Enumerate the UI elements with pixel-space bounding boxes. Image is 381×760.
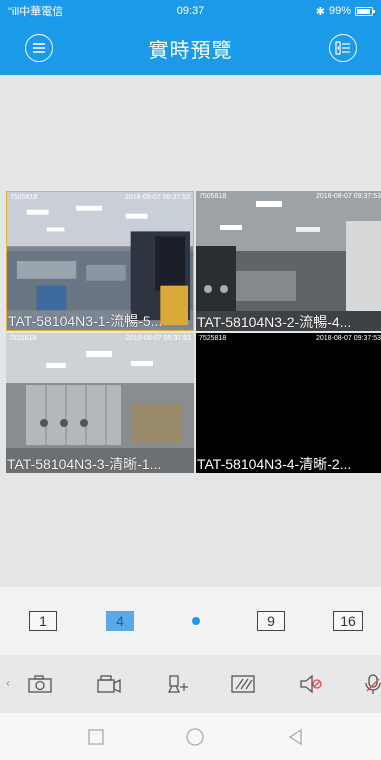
talk-button[interactable] [360, 672, 381, 696]
camera-label: TAT-58104N3-4-清晰-2... [197, 456, 352, 472]
ptz-button[interactable] [164, 672, 192, 696]
camera-tile-4[interactable]: 7525818 2018-08-07 09:37:53 TAT-58104N3-… [196, 333, 381, 473]
bluetooth-icon: ✱ [315, 5, 325, 18]
control-toolbar: ‹ [0, 655, 381, 713]
home-icon[interactable] [185, 727, 205, 747]
camera-feed-3 [6, 333, 194, 473]
snapshot-button[interactable] [26, 672, 54, 696]
camera-id: 7505818 [10, 194, 38, 201]
scroll-left-icon[interactable]: ‹ [6, 676, 10, 690]
camera-feed-1 [7, 192, 193, 330]
camera-timestamp: 2018-08-07 09:37:53 [126, 335, 191, 342]
camera-feed-2 [196, 191, 381, 331]
device-list-icon [335, 41, 350, 55]
quality-button[interactable] [229, 672, 257, 696]
camera-timestamp: 2018-08-07 09:37:53 [316, 193, 381, 200]
camera-snapshot-icon [28, 675, 52, 693]
camera-timestamp: 2018-08-07 09:37:53 [316, 335, 381, 342]
menu-button[interactable] [25, 34, 53, 62]
quality-icon [231, 675, 255, 693]
record-button[interactable] [95, 672, 123, 696]
camera-id: 7515818 [9, 335, 37, 342]
recent-apps-icon[interactable] [86, 727, 106, 747]
camera-timestamp: 2018-08-07 09:37:53 [125, 194, 190, 201]
camera-id: 7525818 [199, 335, 227, 342]
camera-label: TAT-58104N3-3-清晰-1... [7, 456, 162, 472]
layout-9-button[interactable]: 9 [257, 611, 285, 631]
camera-label: TAT-58104N3-1-流暢-5... [8, 313, 163, 329]
camera-tile-2[interactable]: 7505818 2018-08-07 09:37:53 TAT-58104N3-… [196, 191, 381, 331]
page-title: 實時預覽 [148, 40, 233, 62]
layout-16-button[interactable]: 16 [333, 611, 363, 631]
camera-tile-3[interactable]: 7515818 2018-08-07 09:37:53 TAT-58104N3-… [6, 333, 194, 473]
mute-icon [300, 674, 322, 694]
back-icon[interactable] [286, 727, 306, 747]
ptz-icon [167, 675, 188, 693]
carrier-label: "ill中華電信 [8, 6, 64, 18]
system-nav-bar [0, 713, 381, 760]
app-header: 實時預覽 [0, 22, 381, 75]
mute-button[interactable] [297, 672, 325, 696]
layout-4-button[interactable]: 4 [106, 611, 134, 631]
layout-selector: 1 4 9 16 [0, 587, 381, 655]
battery-percent: 99% [328, 5, 351, 17]
device-list-button[interactable] [329, 34, 357, 62]
record-video-icon [97, 675, 121, 694]
camera-tile-1[interactable]: 7505818 2018-08-07 09:37:53 TAT-58104N3-… [6, 191, 194, 331]
menu-icon [33, 43, 45, 53]
talk-icon [365, 674, 381, 694]
camera-label: TAT-58104N3-2-流暢-4... [197, 314, 352, 330]
status-right: ✱ 99% [315, 5, 375, 18]
page-indicator-dot [192, 617, 200, 625]
preview-area: 7505818 2018-08-07 09:37:53 TAT-58104N3-… [0, 75, 381, 587]
status-bar: "ill中華電信 09:37 ✱ 99% [0, 0, 381, 22]
camera-grid: 7505818 2018-08-07 09:37:53 TAT-58104N3-… [6, 191, 381, 475]
battery-icon [355, 6, 375, 16]
layout-1-button[interactable]: 1 [29, 611, 57, 631]
camera-id: 7505818 [199, 193, 227, 200]
